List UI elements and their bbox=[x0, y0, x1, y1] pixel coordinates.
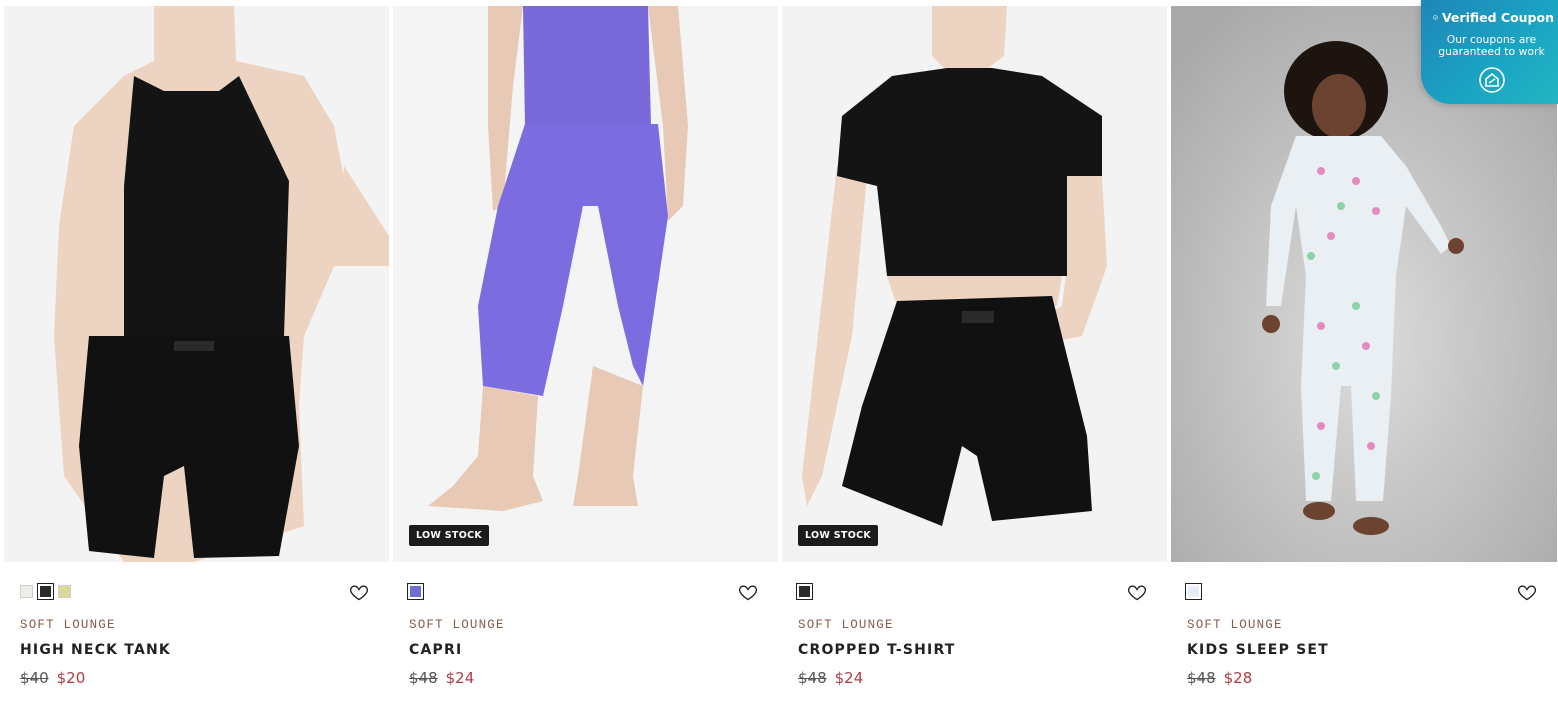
product-card[interactable]: LOW STOCK SOFT LOUNGE CROPPED T-SHIRT $4… bbox=[782, 6, 1167, 706]
color-swatches bbox=[20, 583, 71, 601]
favorite-heart-icon[interactable] bbox=[738, 582, 758, 602]
product-name[interactable]: CROPPED T-SHIRT bbox=[798, 642, 956, 658]
product-collection: SOFT LOUNGE bbox=[20, 618, 116, 632]
product-grid: SOFT LOUNGE HIGH NECK TANK $40 $20 LOW ST… bbox=[4, 6, 1557, 706]
color-swatches bbox=[1185, 583, 1202, 601]
low-stock-badge: LOW STOCK bbox=[409, 525, 490, 546]
color-swatches bbox=[796, 583, 813, 601]
sale-price: $20 bbox=[56, 669, 86, 687]
product-name[interactable]: HIGH NECK TANK bbox=[20, 642, 171, 658]
color-swatch[interactable] bbox=[796, 583, 813, 600]
original-price: $40 bbox=[20, 669, 49, 687]
color-swatch[interactable] bbox=[37, 583, 54, 600]
favorite-heart-icon[interactable] bbox=[349, 582, 369, 602]
sale-price: $24 bbox=[445, 669, 475, 687]
product-image[interactable] bbox=[4, 6, 389, 562]
product-collection: SOFT LOUNGE bbox=[798, 618, 894, 632]
product-collection: SOFT LOUNGE bbox=[409, 618, 505, 632]
sale-price: $28 bbox=[1223, 669, 1253, 687]
product-price: $48 $24 bbox=[798, 669, 863, 687]
product-collection: SOFT LOUNGE bbox=[1187, 618, 1283, 632]
coupon-line-2: guaranteed to work bbox=[1438, 45, 1545, 58]
color-swatch[interactable] bbox=[58, 585, 71, 598]
coupon-description: Our coupons are guaranteed to work bbox=[1429, 34, 1554, 58]
product-image[interactable]: LOW STOCK bbox=[782, 6, 1167, 562]
product-price: $40 $20 bbox=[20, 669, 85, 687]
product-price: $48 $28 bbox=[1187, 669, 1252, 687]
product-price: $48 $24 bbox=[409, 669, 474, 687]
product-name[interactable]: CAPRI bbox=[409, 642, 462, 658]
product-card[interactable]: SOFT LOUNGE KIDS SLEEP SET $48 $28 bbox=[1171, 6, 1557, 706]
color-swatch[interactable] bbox=[1185, 583, 1202, 600]
verified-coupon-widget[interactable]: Verified Coupon Our coupons are guarante… bbox=[1421, 0, 1558, 104]
low-stock-badge: LOW STOCK bbox=[798, 525, 879, 546]
product-name[interactable]: KIDS SLEEP SET bbox=[1187, 642, 1329, 658]
coupon-title-row: Verified Coupon bbox=[1433, 10, 1554, 25]
original-price: $48 bbox=[1187, 669, 1216, 687]
color-swatches bbox=[407, 583, 424, 601]
coupon-title: Verified Coupon bbox=[1441, 10, 1554, 25]
original-price: $48 bbox=[409, 669, 438, 687]
product-image[interactable]: LOW STOCK bbox=[393, 6, 778, 562]
coupon-logo-icon[interactable] bbox=[1478, 66, 1506, 94]
favorite-heart-icon[interactable] bbox=[1517, 582, 1537, 602]
original-price: $48 bbox=[798, 669, 827, 687]
sale-price: $24 bbox=[834, 669, 864, 687]
product-card[interactable]: LOW STOCK SOFT LOUNGE CAPRI $48 $24 bbox=[393, 6, 778, 706]
check-circle-icon bbox=[1433, 15, 1438, 20]
product-card[interactable]: SOFT LOUNGE HIGH NECK TANK $40 $20 bbox=[4, 6, 389, 706]
color-swatch[interactable] bbox=[407, 583, 424, 600]
favorite-heart-icon[interactable] bbox=[1127, 582, 1147, 602]
color-swatch[interactable] bbox=[20, 585, 33, 598]
